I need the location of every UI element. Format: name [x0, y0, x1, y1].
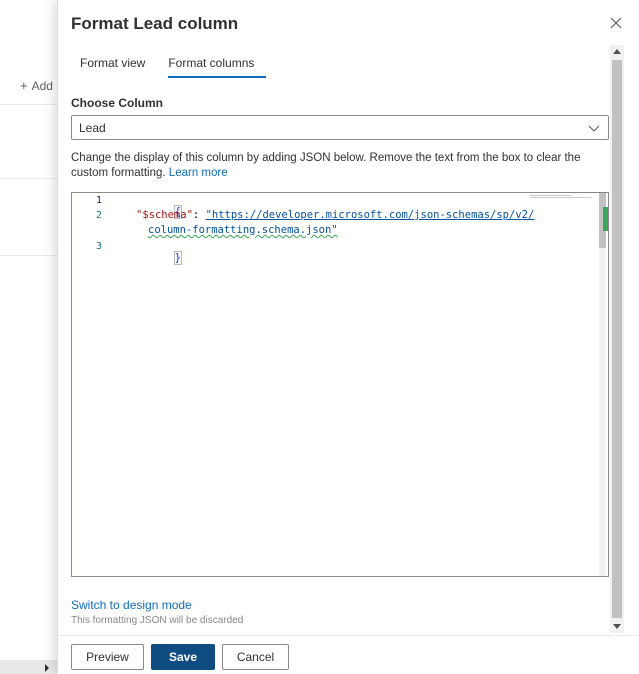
editor-scrollbar[interactable]	[599, 193, 606, 576]
switch-to-design-mode-link[interactable]: Switch to design mode	[71, 598, 192, 612]
plus-icon: +	[20, 78, 28, 93]
row-divider	[0, 255, 57, 256]
cancel-button[interactable]: Cancel	[222, 644, 289, 670]
json-value-url-continued: column-formatting.schema.json"	[148, 224, 338, 236]
line-number: 3	[95, 241, 102, 252]
preview-button[interactable]: Preview	[71, 644, 144, 670]
description-text: Change the display of this column by add…	[71, 151, 611, 181]
close-brace: }	[173, 251, 182, 265]
dropdown-selected-value: Lead	[79, 121, 106, 135]
description-body: Change the display of this column by add…	[71, 152, 581, 179]
format-column-panel: Format Lead column Format view Format co…	[57, 0, 639, 674]
code-line-2: "$schema": "https://developer.microsoft.…	[136, 209, 534, 221]
panel-footer: Preview Save Cancel	[58, 635, 639, 674]
add-column-label: Add	[31, 78, 53, 93]
learn-more-link[interactable]: Learn more	[169, 167, 228, 179]
json-value-url[interactable]: "https://developer.microsoft.com/json-sc…	[206, 209, 535, 221]
json-code-editor[interactable]: 1 2 3 { "$schema": "https://developer.mi…	[71, 192, 609, 577]
line-number: 2	[95, 210, 102, 221]
chevron-down-icon	[588, 125, 600, 132]
code-line-3: }	[124, 240, 182, 276]
panel-scrollbar-thumb[interactable]	[612, 60, 622, 618]
row-divider	[0, 104, 57, 105]
background-page: + Add	[0, 0, 57, 674]
switch-note-text: This formatting JSON will be discarded	[71, 615, 244, 626]
code-line-2-wrap: column-formatting.schema.json"	[148, 224, 338, 236]
line-number: 1	[95, 195, 102, 206]
choose-column-dropdown[interactable]: Lead	[71, 115, 609, 140]
editor-code: { "$schema": "https://developer.microsof…	[124, 193, 534, 265]
panel-scrollbar[interactable]	[610, 45, 624, 633]
tab-format-columns[interactable]: Format columns	[159, 48, 267, 78]
scroll-up-icon[interactable]	[613, 49, 621, 54]
tab-format-view[interactable]: Format view	[71, 48, 154, 78]
editor-gutter: 1 2 3	[72, 193, 112, 576]
save-button[interactable]: Save	[151, 644, 215, 670]
panel-title: Format Lead column	[71, 14, 239, 33]
scroll-right-icon[interactable]	[45, 664, 49, 672]
row-divider	[0, 178, 57, 179]
editor-change-marker	[603, 207, 608, 231]
json-colon: :	[192, 209, 206, 221]
scroll-down-icon[interactable]	[613, 624, 621, 629]
choose-column-label: Choose Column	[71, 96, 163, 110]
add-column-button[interactable]: + Add	[20, 78, 53, 93]
editor-minimap[interactable]	[530, 195, 598, 201]
tab-list: Format view Format columns	[71, 48, 268, 78]
close-icon	[610, 17, 622, 29]
json-key: "$schema"	[136, 209, 193, 221]
close-button[interactable]	[607, 14, 625, 32]
